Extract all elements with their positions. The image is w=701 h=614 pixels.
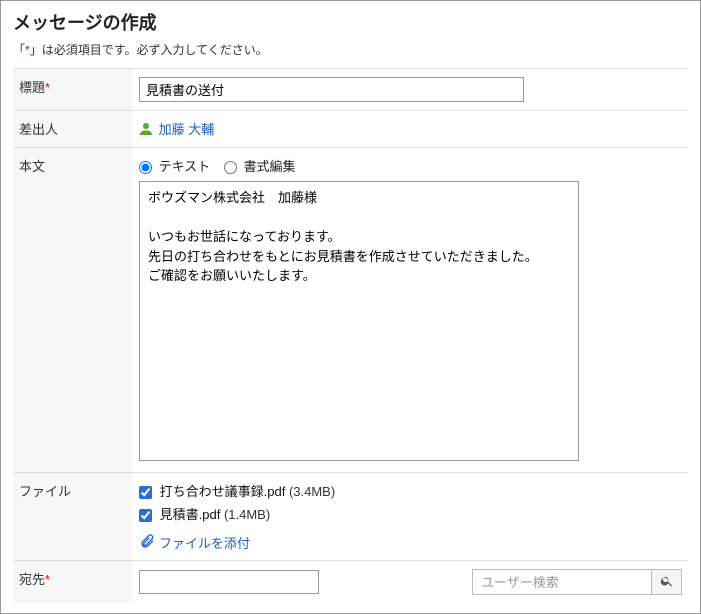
radio-format-label[interactable]: 書式編集: [224, 159, 296, 174]
label-body: 本文: [13, 148, 133, 473]
file-name-1: 見積書.pdf: [160, 507, 221, 522]
file-checkbox-0[interactable]: [139, 486, 152, 499]
radio-text-label[interactable]: テキスト: [139, 159, 214, 174]
label-dest-text: 宛先: [19, 572, 45, 587]
dest-required-mark: *: [45, 572, 50, 587]
radio-text-text: テキスト: [159, 159, 211, 174]
body-textarea[interactable]: [139, 181, 579, 461]
required-suffix: 」は必須項目です。必ず入力してください。: [30, 43, 268, 57]
file-item: 打ち合わせ議事録.pdf (3.4MB): [139, 481, 682, 500]
label-subject-text: 標題: [19, 80, 45, 95]
subject-input[interactable]: [139, 77, 524, 102]
file-size-0: (3.4MB): [289, 484, 335, 499]
file-checkbox-1[interactable]: [139, 509, 152, 522]
label-sender: 差出人: [13, 111, 133, 148]
label-file-text: ファイル: [19, 484, 71, 499]
subject-required-mark: *: [45, 80, 50, 95]
radio-format[interactable]: [224, 161, 237, 174]
user-search-input[interactable]: [472, 569, 652, 595]
person-icon: [139, 122, 153, 139]
attach-file-link[interactable]: ファイルを添付: [139, 533, 250, 552]
page-title: メッセージの作成: [13, 9, 688, 35]
label-dest: 宛先*: [13, 561, 133, 604]
label-file: ファイル: [13, 473, 133, 561]
label-sender-text: 差出人: [19, 122, 58, 137]
required-note: 「*」は必須項目です。必ず入力してください。: [13, 41, 688, 58]
radio-text[interactable]: [139, 161, 152, 174]
attach-label-text: ファイルを添付: [159, 533, 250, 552]
label-subject: 標題*: [13, 69, 133, 111]
sender-link[interactable]: 加藤 大輔: [159, 122, 215, 137]
paperclip-icon: [139, 533, 155, 552]
search-icon: [660, 574, 674, 591]
file-name-0: 打ち合わせ議事録.pdf: [160, 484, 286, 499]
dest-input[interactable]: [139, 570, 319, 594]
file-size-1: (1.4MB): [224, 507, 270, 522]
required-prefix: 「: [13, 43, 25, 57]
file-item: 見積書.pdf (1.4MB): [139, 504, 682, 523]
label-body-text: 本文: [19, 159, 45, 174]
radio-format-text: 書式編集: [244, 159, 296, 174]
search-button[interactable]: [652, 569, 682, 595]
